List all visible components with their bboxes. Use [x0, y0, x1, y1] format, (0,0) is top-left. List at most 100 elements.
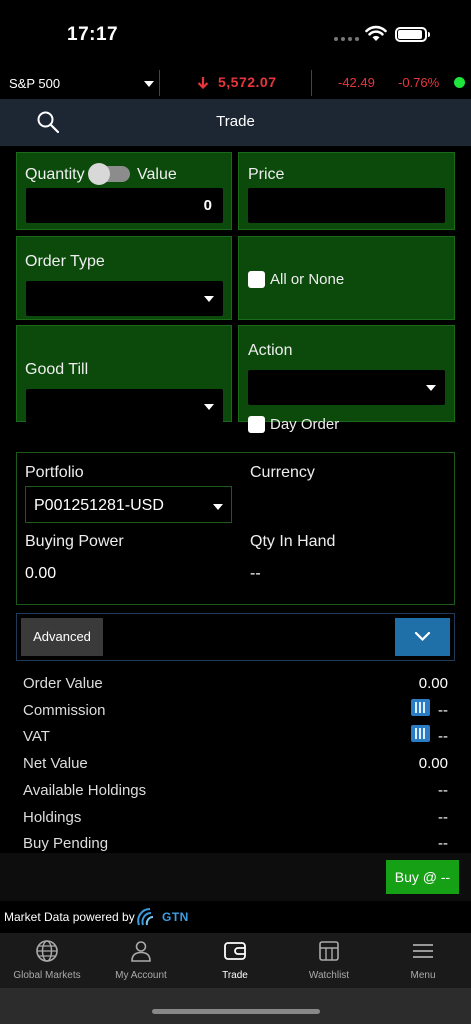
- day-order-checkbox[interactable]: [248, 416, 265, 433]
- summary-key: Buy Pending: [23, 835, 109, 852]
- bottom-tab-bar: Global Markets My Account Trade Watchlis…: [0, 933, 471, 988]
- chevron-down-icon: [414, 631, 431, 642]
- tab-trade[interactable]: Trade: [188, 933, 282, 988]
- all-or-none-cell: All or None: [238, 236, 455, 320]
- summary-value: 0.00: [418, 675, 448, 692]
- quantity-input[interactable]: 0: [26, 188, 223, 223]
- summary-row-commission: Commission --: [23, 697, 448, 723]
- wifi-icon: [365, 25, 387, 41]
- quantity-cell: Quantity Value 0: [16, 152, 232, 230]
- qty-in-hand-label: Qty In Hand: [250, 533, 336, 550]
- tab-label: Trade: [222, 970, 248, 981]
- day-order-label: Day Order: [270, 416, 340, 433]
- price-cell: Price: [238, 152, 455, 230]
- gtn-brand-text: GTN: [162, 910, 189, 924]
- index-name[interactable]: S&P 500: [9, 76, 60, 91]
- index-last-price: 5,572.07: [218, 74, 277, 90]
- tab-label: Global Markets: [13, 970, 81, 981]
- tab-label: My Account: [115, 970, 167, 981]
- action-select[interactable]: [248, 370, 445, 405]
- qty-in-hand-value: --: [250, 565, 261, 582]
- index-percent-change: -0.76%: [398, 75, 440, 90]
- tab-global-markets[interactable]: Global Markets: [0, 933, 94, 988]
- all-or-none-label: All or None: [270, 271, 345, 288]
- hamburger-icon: [413, 944, 433, 958]
- portfolio-panel: Portfolio Currency P001251281-USD Buying…: [16, 452, 455, 605]
- powered-by-text: Market Data powered by: [4, 910, 135, 924]
- arrow-down-icon: [197, 77, 209, 89]
- order-type-label: Order Type: [25, 253, 105, 270]
- summary-key: Available Holdings: [23, 782, 147, 799]
- advanced-section: Advanced: [16, 613, 455, 661]
- price-label: Price: [248, 166, 285, 183]
- chevron-down-icon: [204, 404, 214, 410]
- order-type-cell: Order Type: [16, 236, 232, 320]
- battery-icon: [395, 27, 430, 42]
- top-header: Trade: [0, 99, 471, 146]
- quantity-input-value: 0: [203, 197, 212, 214]
- index-change: -42.49: [338, 75, 375, 90]
- chevron-down-icon: [426, 385, 436, 391]
- chevron-down-icon: [204, 296, 214, 302]
- tab-menu[interactable]: Menu: [376, 933, 470, 988]
- advanced-button[interactable]: Advanced: [21, 618, 103, 656]
- chevron-down-icon[interactable]: [144, 81, 154, 87]
- signal-dots-icon: [334, 37, 359, 41]
- good-till-cell: Good Till: [16, 325, 232, 424]
- summary-key: VAT: [23, 728, 50, 745]
- summary-row-net-value: Net Value 0.00: [23, 750, 448, 776]
- summary-key: Order Value: [23, 675, 103, 692]
- buy-button[interactable]: Buy @ --: [386, 860, 459, 894]
- summary-key: Holdings: [23, 809, 82, 826]
- summary-value: --: [438, 809, 448, 826]
- currency-label: Currency: [250, 464, 315, 481]
- tab-label: Menu: [410, 970, 436, 981]
- all-or-none-checkbox[interactable]: [248, 271, 265, 288]
- status-time: 17:17: [67, 24, 119, 45]
- calculator-icon[interactable]: [411, 699, 430, 716]
- quantity-label: Quantity: [25, 166, 85, 183]
- status-bar: 17:17: [0, 0, 471, 66]
- portfolio-select[interactable]: P001251281-USD: [25, 486, 232, 523]
- value-label: Value: [137, 166, 177, 183]
- market-data-credit: Market Data powered by GTN: [0, 901, 471, 933]
- globe-icon: [36, 940, 58, 962]
- price-input[interactable]: [248, 188, 445, 223]
- home-indicator[interactable]: [152, 1009, 320, 1014]
- good-till-select[interactable]: [26, 389, 223, 424]
- summary-value: --: [438, 835, 448, 852]
- chevron-down-icon: [213, 504, 223, 510]
- divider: [311, 70, 312, 96]
- action-label: Action: [248, 342, 293, 359]
- action-cell: Action Day Order: [238, 325, 455, 433]
- divider: [159, 70, 160, 96]
- person-icon: [131, 941, 151, 962]
- page-title: Trade: [216, 113, 255, 130]
- order-type-select[interactable]: [26, 281, 223, 316]
- summary-row-order-value: Order Value 0.00: [23, 670, 448, 696]
- live-status-indicator: [454, 77, 465, 88]
- summary-row-holdings: Holdings --: [23, 804, 448, 830]
- gtn-logo-icon: [137, 908, 154, 926]
- buying-power-value: 0.00: [25, 565, 57, 582]
- buying-power-label: Buying Power: [25, 533, 124, 550]
- summary-row-available-holdings: Available Holdings --: [23, 777, 448, 803]
- home-indicator-bar: [0, 988, 471, 1024]
- wallet-icon: [224, 942, 246, 960]
- summary-key: Net Value: [23, 755, 88, 772]
- summary-key: Commission: [23, 702, 106, 719]
- summary-value: 0.00: [418, 755, 448, 772]
- index-ticker[interactable]: S&P 500 5,572.07 -42.49 -0.76%: [0, 66, 471, 99]
- expand-button[interactable]: [395, 618, 450, 656]
- grid-icon: [319, 941, 339, 961]
- portfolio-label: Portfolio: [25, 464, 84, 481]
- good-till-label: Good Till: [25, 361, 89, 378]
- tab-my-account[interactable]: My Account: [94, 933, 188, 988]
- calculator-icon[interactable]: [411, 725, 430, 742]
- summary-value: --: [438, 702, 448, 719]
- tab-watchlist[interactable]: Watchlist: [282, 933, 376, 988]
- summary-value: --: [438, 782, 448, 799]
- portfolio-selected-value: P001251281-USD: [34, 497, 164, 514]
- summary-row-vat: VAT --: [23, 723, 448, 749]
- quantity-value-toggle[interactable]: [88, 163, 130, 185]
